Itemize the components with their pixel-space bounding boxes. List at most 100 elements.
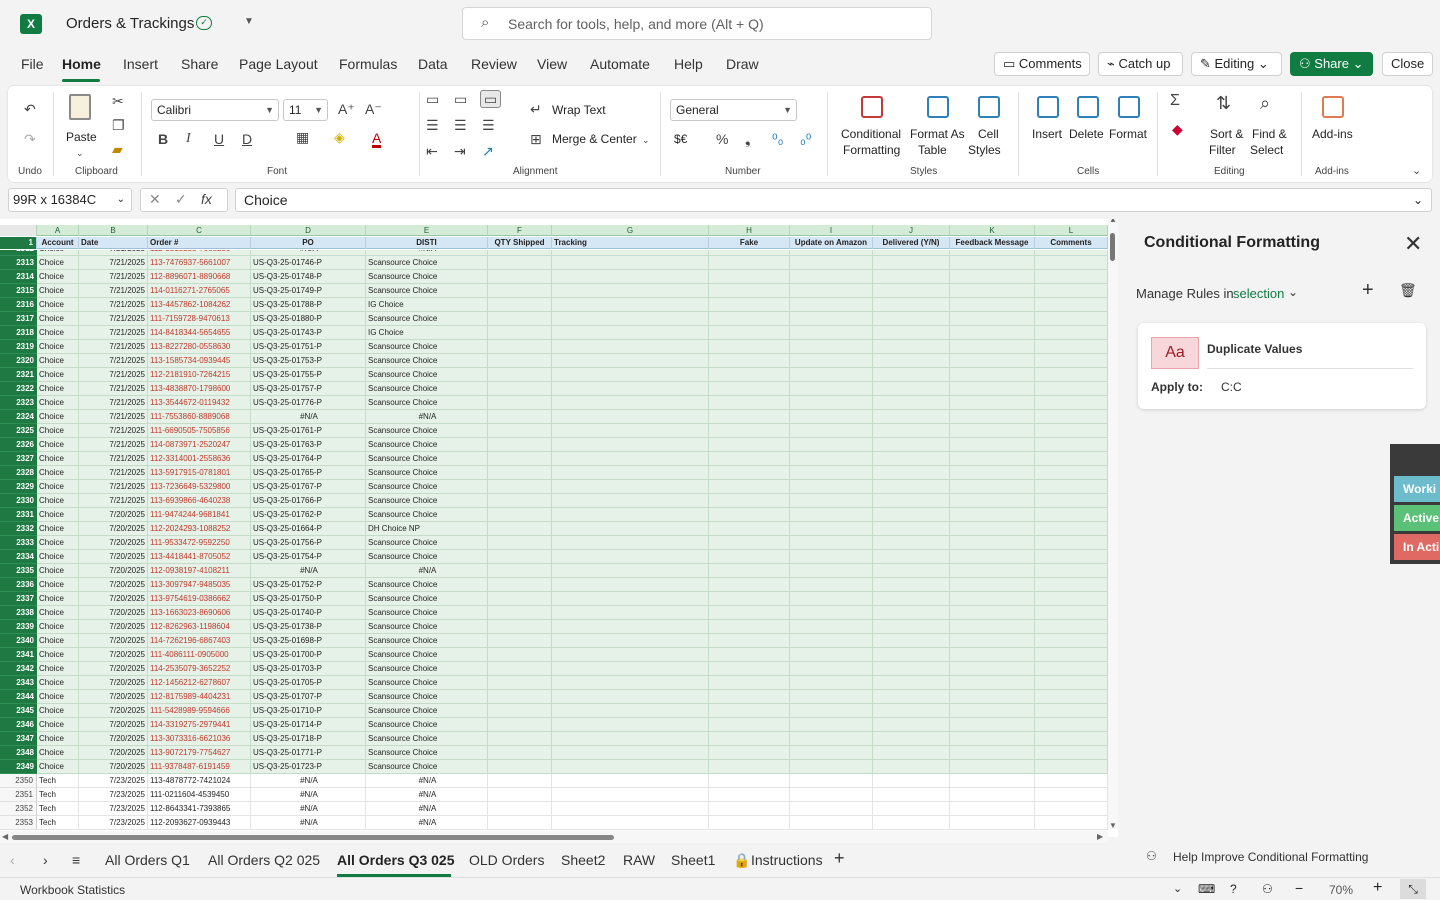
table-cell[interactable] bbox=[873, 592, 950, 606]
add-sheet-icon[interactable]: + bbox=[834, 848, 845, 869]
table-cell[interactable]: 112-8262963-1198604 bbox=[148, 620, 251, 634]
table-row[interactable]: 2333 Choice 7/20/2025 111-9533472-9592250 US… bbox=[0, 536, 1108, 550]
table-cell[interactable] bbox=[873, 774, 950, 788]
table-cell[interactable]: Scansource Choice bbox=[366, 508, 488, 522]
add-ins-icon[interactable] bbox=[1322, 96, 1344, 118]
table-cell[interactable] bbox=[552, 326, 709, 340]
undo-icon[interactable]: ↶ bbox=[24, 102, 36, 116]
table-cell[interactable] bbox=[1035, 382, 1108, 396]
keyboard-icon[interactable]: ⌨ bbox=[1198, 882, 1215, 896]
table-cell[interactable]: US-Q3-25-01664-P bbox=[251, 522, 366, 536]
table-cell[interactable] bbox=[488, 284, 552, 298]
table-row[interactable]: 2313 Choice 7/21/2025 113-7476937-5661007 US… bbox=[0, 256, 1108, 270]
table-cell[interactable] bbox=[790, 382, 873, 396]
table-cell[interactable]: Choice bbox=[37, 298, 79, 312]
table-row[interactable]: 2328 Choice 7/21/2025 113-5917915-0781801 US… bbox=[0, 466, 1108, 480]
table-cell[interactable] bbox=[790, 592, 873, 606]
close-icon[interactable]: ✕ bbox=[1404, 231, 1422, 257]
table-cell[interactable] bbox=[790, 368, 873, 382]
table-cell[interactable]: Tech bbox=[37, 802, 79, 816]
table-cell[interactable] bbox=[1035, 480, 1108, 494]
table-cell[interactable]: Scansource Choice bbox=[366, 648, 488, 662]
insert-function-icon[interactable]: fx bbox=[201, 191, 212, 207]
table-cell[interactable]: 111-4086111-0905000 bbox=[148, 648, 251, 662]
row-number[interactable]: 2315 bbox=[0, 284, 37, 298]
table-row[interactable]: 2316 Choice 7/21/2025 113-4457862-1084262 US… bbox=[0, 298, 1108, 312]
decrease-decimal-icon[interactable]: ₀⁰ bbox=[800, 132, 811, 146]
table-cell[interactable] bbox=[1035, 774, 1108, 788]
excel-logo-icon[interactable]: X bbox=[20, 14, 42, 34]
table-cell[interactable] bbox=[552, 382, 709, 396]
table-cell[interactable] bbox=[709, 690, 790, 704]
table-row[interactable]: 2347 Choice 7/20/2025 113-3073316-6621036 US… bbox=[0, 732, 1108, 746]
table-cell[interactable]: 7/20/2025 bbox=[79, 704, 148, 718]
table-cell[interactable]: Scansource Choice bbox=[366, 452, 488, 466]
all-sheets-icon[interactable]: ≡ bbox=[72, 852, 80, 868]
table-cell[interactable]: US-Q3-25-01756-P bbox=[251, 536, 366, 550]
table-cell[interactable] bbox=[950, 298, 1035, 312]
table-cell[interactable] bbox=[552, 368, 709, 382]
table-cell[interactable]: Tech bbox=[37, 788, 79, 802]
table-cell[interactable] bbox=[950, 466, 1035, 480]
table-cell[interactable] bbox=[552, 690, 709, 704]
table-cell[interactable]: 113-7476937-5661007 bbox=[148, 256, 251, 270]
table-cell[interactable] bbox=[950, 788, 1035, 802]
table-cell[interactable]: 112-0938197-4108211 bbox=[148, 564, 251, 578]
table-cell[interactable]: Choice bbox=[37, 354, 79, 368]
table-cell[interactable]: US-Q3-25-01766-P bbox=[251, 494, 366, 508]
rule-card[interactable]: Aa Duplicate Values Apply to: C:C bbox=[1138, 323, 1426, 409]
table-cell[interactable]: Scansource Choice bbox=[366, 340, 488, 354]
row-number[interactable]: 2343 bbox=[0, 676, 37, 690]
table-cell[interactable]: 7/20/2025 bbox=[79, 508, 148, 522]
table-cell[interactable] bbox=[950, 802, 1035, 816]
zoom-out-icon[interactable]: − bbox=[1295, 880, 1303, 896]
table-cell[interactable] bbox=[950, 270, 1035, 284]
table-cell[interactable] bbox=[488, 662, 552, 676]
table-cell[interactable] bbox=[709, 452, 790, 466]
table-cell[interactable]: Choice bbox=[37, 368, 79, 382]
table-cell[interactable] bbox=[873, 410, 950, 424]
row-number[interactable]: 2350 bbox=[0, 774, 37, 788]
table-cell[interactable] bbox=[950, 424, 1035, 438]
table-cell[interactable]: 113-9072179-7754627 bbox=[148, 746, 251, 760]
table-cell[interactable]: 113-7236649-5329800 bbox=[148, 480, 251, 494]
table-cell[interactable] bbox=[488, 620, 552, 634]
header-cell[interactable]: Tracking bbox=[552, 237, 709, 249]
table-cell[interactable] bbox=[488, 746, 552, 760]
menu-help[interactable]: Help bbox=[674, 56, 703, 72]
table-cell[interactable]: 111-9474244-9681841 bbox=[148, 508, 251, 522]
table-cell[interactable] bbox=[873, 466, 950, 480]
table-cell[interactable] bbox=[950, 774, 1035, 788]
table-cell[interactable]: 7/20/2025 bbox=[79, 676, 148, 690]
table-cell[interactable]: Choice bbox=[37, 396, 79, 410]
table-cell[interactable]: Scansource Choice bbox=[366, 620, 488, 634]
comments-button[interactable]: ▭ Comments bbox=[994, 52, 1090, 76]
table-cell[interactable] bbox=[950, 550, 1035, 564]
table-row[interactable]: 2322 Choice 7/21/2025 113-4838870-1798600 US… bbox=[0, 382, 1108, 396]
table-cell[interactable] bbox=[709, 732, 790, 746]
table-cell[interactable]: 7/20/2025 bbox=[79, 732, 148, 746]
table-row[interactable]: 2326 Choice 7/21/2025 114-0873971-2520247 US… bbox=[0, 438, 1108, 452]
align-top-icon[interactable]: ▭ bbox=[426, 92, 439, 106]
table-cell[interactable] bbox=[950, 662, 1035, 676]
row-number[interactable]: 2332 bbox=[0, 522, 37, 536]
table-cell[interactable]: Scansource Choice bbox=[366, 438, 488, 452]
table-cell[interactable] bbox=[1035, 704, 1108, 718]
table-cell[interactable]: 7/21/2025 bbox=[79, 270, 148, 284]
column-header[interactable]: B bbox=[79, 225, 148, 236]
table-cell[interactable]: Choice bbox=[37, 718, 79, 732]
table-cell[interactable]: 7/21/2025 bbox=[79, 424, 148, 438]
table-cell[interactable] bbox=[488, 760, 552, 774]
row-number[interactable]: 2316 bbox=[0, 298, 37, 312]
table-cell[interactable]: Choice bbox=[37, 648, 79, 662]
table-cell[interactable]: Scansource Choice bbox=[366, 396, 488, 410]
table-cell[interactable] bbox=[488, 410, 552, 424]
table-row[interactable]: 2318 Choice 7/21/2025 114-8418344-5654655 US… bbox=[0, 326, 1108, 340]
table-cell[interactable] bbox=[950, 256, 1035, 270]
table-cell[interactable]: Choice bbox=[37, 284, 79, 298]
table-cell[interactable]: Tech bbox=[37, 774, 79, 788]
table-cell[interactable] bbox=[1035, 494, 1108, 508]
table-cell[interactable] bbox=[488, 522, 552, 536]
redo-icon[interactable]: ↷ bbox=[24, 132, 36, 146]
table-cell[interactable]: 111-6690505-7505856 bbox=[148, 424, 251, 438]
